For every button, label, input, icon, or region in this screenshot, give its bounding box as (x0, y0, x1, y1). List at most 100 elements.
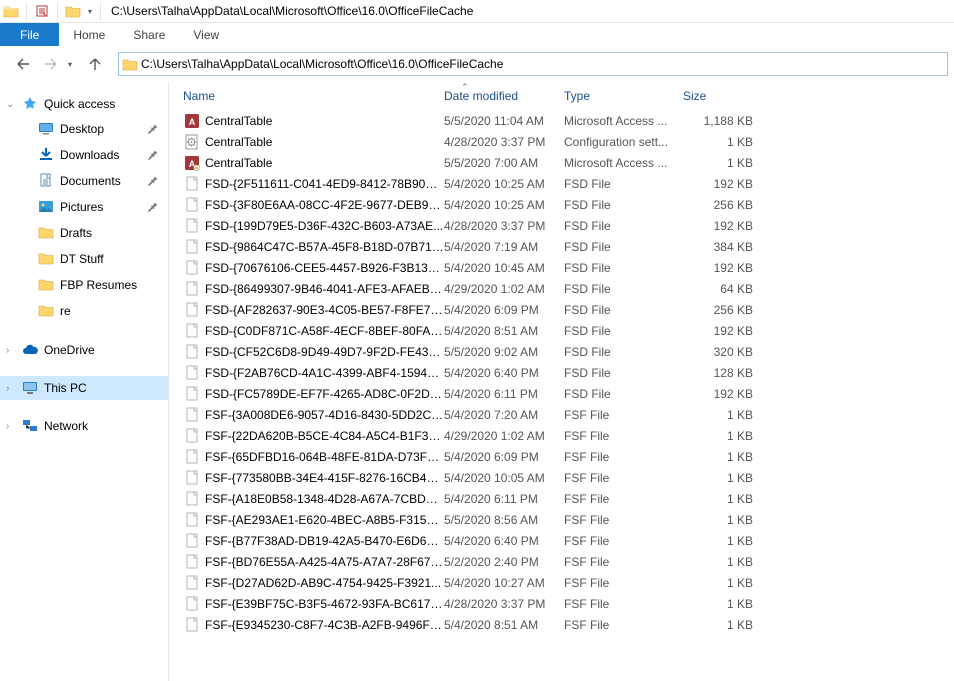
tab-file[interactable]: File (0, 23, 59, 46)
file-row[interactable]: CentralTable4/28/2020 3:37 PMConfigurati… (169, 131, 954, 152)
sidebar-item[interactable]: Downloads (0, 142, 168, 168)
up-button[interactable] (84, 53, 106, 75)
file-row[interactable]: FSF-{773580BB-34E4-415F-8276-16CB411...5… (169, 467, 954, 488)
qat-properties-button[interactable] (31, 0, 53, 22)
sidebar-item[interactable]: FBP Resumes (0, 272, 168, 298)
navigation-bar: ▾ (0, 46, 954, 82)
pictures-icon (38, 199, 54, 215)
file-type: FSD File (564, 177, 683, 191)
monitor-icon (22, 380, 38, 396)
file-name: FSD-{AF282637-90E3-4C05-BE57-F8FE734... (205, 303, 444, 317)
cloud-icon (22, 342, 38, 358)
generic-icon (183, 427, 201, 445)
file-size: 1 KB (683, 450, 753, 464)
file-size: 1,188 KB (683, 114, 753, 128)
column-header-name[interactable]: Name (183, 89, 444, 103)
file-row[interactable]: FSF-{65DFBD16-064B-48FE-81DA-D73FE1...5/… (169, 446, 954, 467)
file-name: FSD-{3F80E6AA-08CC-4F2E-9677-DEB977... (205, 198, 444, 212)
file-row[interactable]: FSF-{D27AD62D-AB9C-4754-9425-F3921...5/4… (169, 572, 954, 593)
qat-new-folder-button[interactable] (62, 0, 84, 22)
file-row[interactable]: FSF-{E9345230-C8F7-4C3B-A2FB-9496F9...5/… (169, 614, 954, 635)
tab-share[interactable]: Share (119, 23, 179, 46)
file-row[interactable]: FSD-{F2AB76CD-4A1C-4399-ABF4-1594C...5/4… (169, 362, 954, 383)
file-type: Microsoft Access ... (564, 156, 683, 170)
file-date: 5/4/2020 10:25 AM (444, 198, 564, 212)
column-header-type[interactable]: Type (564, 89, 683, 103)
sidebar-quick-access[interactable]: ⌄ Quick access (0, 92, 168, 116)
file-row[interactable]: FSF-{A18E0B58-1348-4D28-A67A-7CBD34...5/… (169, 488, 954, 509)
file-size: 1 KB (683, 429, 753, 443)
file-row[interactable]: FSD-{2F511611-C041-4ED9-8412-78B9027...5… (169, 173, 954, 194)
sidebar-item[interactable]: re (0, 298, 168, 324)
file-type: FSD File (564, 282, 683, 296)
file-list-pane: ⌃ Name Date modified Type Size CentralTa… (169, 82, 954, 681)
file-row[interactable]: FSD-{CF52C6D8-9D49-49D7-9F2D-FE4331...5/… (169, 341, 954, 362)
documents-icon (38, 173, 54, 189)
sidebar-item[interactable]: Drafts (0, 220, 168, 246)
file-size: 128 KB (683, 366, 753, 380)
file-row[interactable]: FSF-{22DA620B-B5CE-4C84-A5C4-B1F36...4/2… (169, 425, 954, 446)
file-row[interactable]: FSF-{3A008DE6-9057-4D16-8430-5DD2C9...5/… (169, 404, 954, 425)
address-input[interactable] (141, 55, 947, 73)
file-row[interactable]: FSF-{BD76E55A-A425-4A75-A7A7-28F673...5/… (169, 551, 954, 572)
address-bar[interactable] (118, 52, 948, 76)
file-name: FSF-{3A008DE6-9057-4D16-8430-5DD2C9... (205, 408, 444, 422)
chevron-right-icon: › (6, 383, 9, 394)
file-date: 5/4/2020 7:20 AM (444, 408, 564, 422)
qat-customize-button[interactable]: ▾ (84, 7, 96, 16)
file-row[interactable]: FSD-{3F80E6AA-08CC-4F2E-9677-DEB977...5/… (169, 194, 954, 215)
file-type: FSF File (564, 492, 683, 506)
file-name: FSF-{22DA620B-B5CE-4C84-A5C4-B1F36... (205, 429, 444, 443)
sidebar-label: Quick access (44, 97, 115, 111)
generic-icon (183, 490, 201, 508)
file-row[interactable]: FSD-{70676106-CEE5-4457-B926-F3B1356...5… (169, 257, 954, 278)
file-date: 5/4/2020 8:51 AM (444, 618, 564, 632)
forward-button[interactable] (40, 53, 62, 75)
file-row[interactable]: FSD-{86499307-9B46-4041-AFE3-AFAEBD...4/… (169, 278, 954, 299)
file-row[interactable]: FSD-{199D79E5-D36F-432C-B603-A73AE...4/2… (169, 215, 954, 236)
generic-icon (183, 553, 201, 571)
tab-home[interactable]: Home (59, 23, 119, 46)
quick-access-toolbar: ▾ (22, 0, 105, 22)
file-size: 1 KB (683, 471, 753, 485)
file-size: 320 KB (683, 345, 753, 359)
title-bar: ▾ C:\Users\Talha\AppData\Local\Microsoft… (0, 0, 954, 23)
file-row[interactable]: FSD-{9864C47C-B57A-45F8-B18D-07B719...5/… (169, 236, 954, 257)
file-row[interactable]: FSF-{E39BF75C-B3F5-4672-93FA-BC617D...4/… (169, 593, 954, 614)
star-icon (22, 96, 38, 112)
sidebar-item[interactable]: Pictures (0, 194, 168, 220)
sidebar-this-pc[interactable]: › This PC (0, 376, 168, 400)
file-row[interactable]: CentralTable5/5/2020 7:00 AMMicrosoft Ac… (169, 152, 954, 173)
column-header-size[interactable]: Size (683, 89, 763, 103)
file-date: 5/4/2020 10:45 AM (444, 261, 564, 275)
recent-locations-button[interactable]: ▾ (68, 60, 72, 69)
sidebar-network[interactable]: › Network (0, 414, 168, 438)
file-size: 64 KB (683, 282, 753, 296)
file-size: 1 KB (683, 513, 753, 527)
file-row[interactable]: FSF-{AE293AE1-E620-4BEC-A8B5-F315C0...5/… (169, 509, 954, 530)
generic-icon (183, 469, 201, 487)
file-size: 192 KB (683, 219, 753, 233)
file-type: Configuration sett... (564, 135, 683, 149)
tab-view[interactable]: View (179, 23, 233, 46)
sidebar-item[interactable]: Documents (0, 168, 168, 194)
file-date: 5/4/2020 6:40 PM (444, 534, 564, 548)
file-date: 5/4/2020 6:40 PM (444, 366, 564, 380)
file-row[interactable]: FSD-{FC5789DE-EF7F-4265-AD8C-0F2DF1...5/… (169, 383, 954, 404)
file-row[interactable]: CentralTable5/5/2020 11:04 AMMicrosoft A… (169, 110, 954, 131)
network-icon (22, 418, 38, 434)
back-button[interactable] (12, 53, 34, 75)
sidebar-label: This PC (44, 381, 87, 395)
generic-icon (183, 616, 201, 634)
sidebar-onedrive[interactable]: › OneDrive (0, 338, 168, 362)
file-row[interactable]: FSD-{AF282637-90E3-4C05-BE57-F8FE734...5… (169, 299, 954, 320)
window-icon (2, 2, 20, 20)
file-type: FSD File (564, 219, 683, 233)
file-date: 5/2/2020 2:40 PM (444, 555, 564, 569)
file-name: FSD-{9864C47C-B57A-45F8-B18D-07B719... (205, 240, 444, 254)
file-row[interactable]: FSF-{B77F38AD-DB19-42A5-B470-E6D6C...5/4… (169, 530, 954, 551)
file-row[interactable]: FSD-{C0DF871C-A58F-4ECF-8BEF-80FA3...5/4… (169, 320, 954, 341)
sidebar-item[interactable]: DT Stuff (0, 246, 168, 272)
sidebar-item-label: FBP Resumes (60, 278, 137, 292)
sidebar-item[interactable]: Desktop (0, 116, 168, 142)
